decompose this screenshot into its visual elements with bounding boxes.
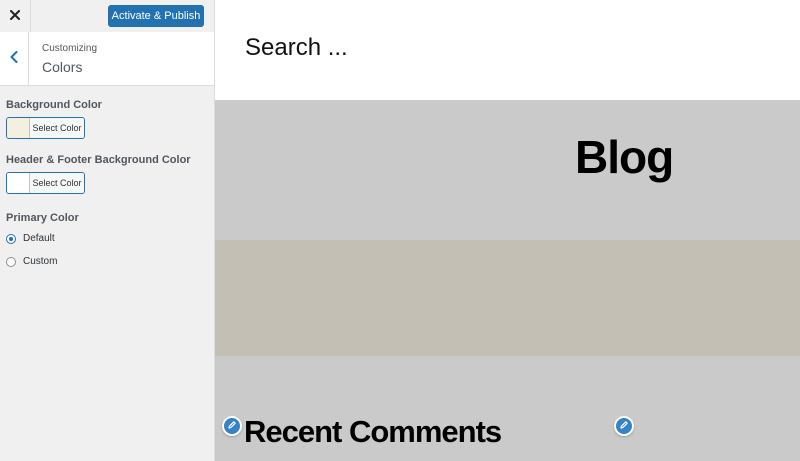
edit-shortcut-widget[interactable] [614,416,634,436]
recent-comments-title: Recent Comments [244,414,502,449]
customizer-topbar: Activate & Publish [0,0,214,33]
close-icon [10,7,20,25]
primary-color-label: Primary Color [6,212,79,224]
section-title: Colors [42,59,83,75]
section-subtitle: Customizing [42,43,98,54]
search-area: Search ... [215,0,800,100]
featured-image-band [215,240,800,356]
radio-default[interactable] [6,233,16,244]
pencil-icon [619,417,629,435]
background-color-swatch [7,118,30,138]
background-color-button[interactable]: Select Color [6,117,85,139]
radio-default-label: Default [23,233,55,244]
chevron-left-icon [10,50,18,68]
background-color-label: Background Color [6,99,102,111]
header-footer-color-label: Header & Footer Background Color [6,154,191,166]
primary-color-custom-option[interactable]: Custom [6,256,57,267]
header-footer-color-button[interactable]: Select Color [6,172,85,194]
primary-color-default-option[interactable]: Default [6,233,55,244]
site-preview: Search ... Blog Recent Comments [215,0,800,461]
back-button[interactable] [0,32,29,85]
customizer-sidebar: Activate & Publish Customizing Colors Ba… [0,0,215,461]
blog-header-band [215,100,800,240]
blog-title: Blog [575,131,674,183]
section-header: Customizing Colors [0,32,214,86]
pencil-icon [227,417,237,435]
search-text[interactable]: Search ... [245,34,348,62]
header-footer-color-swatch [7,173,30,193]
customizer-app: Activate & Publish Customizing Colors Ba… [0,0,800,461]
edit-shortcut-recent-comments[interactable] [222,416,242,436]
radio-custom-label: Custom [23,256,58,267]
background-color-button-label: Select Color [30,118,84,138]
activate-publish-button[interactable]: Activate & Publish [108,5,204,27]
header-footer-color-button-label: Select Color [30,173,84,193]
radio-custom[interactable] [6,256,16,267]
close-button[interactable] [0,0,31,32]
